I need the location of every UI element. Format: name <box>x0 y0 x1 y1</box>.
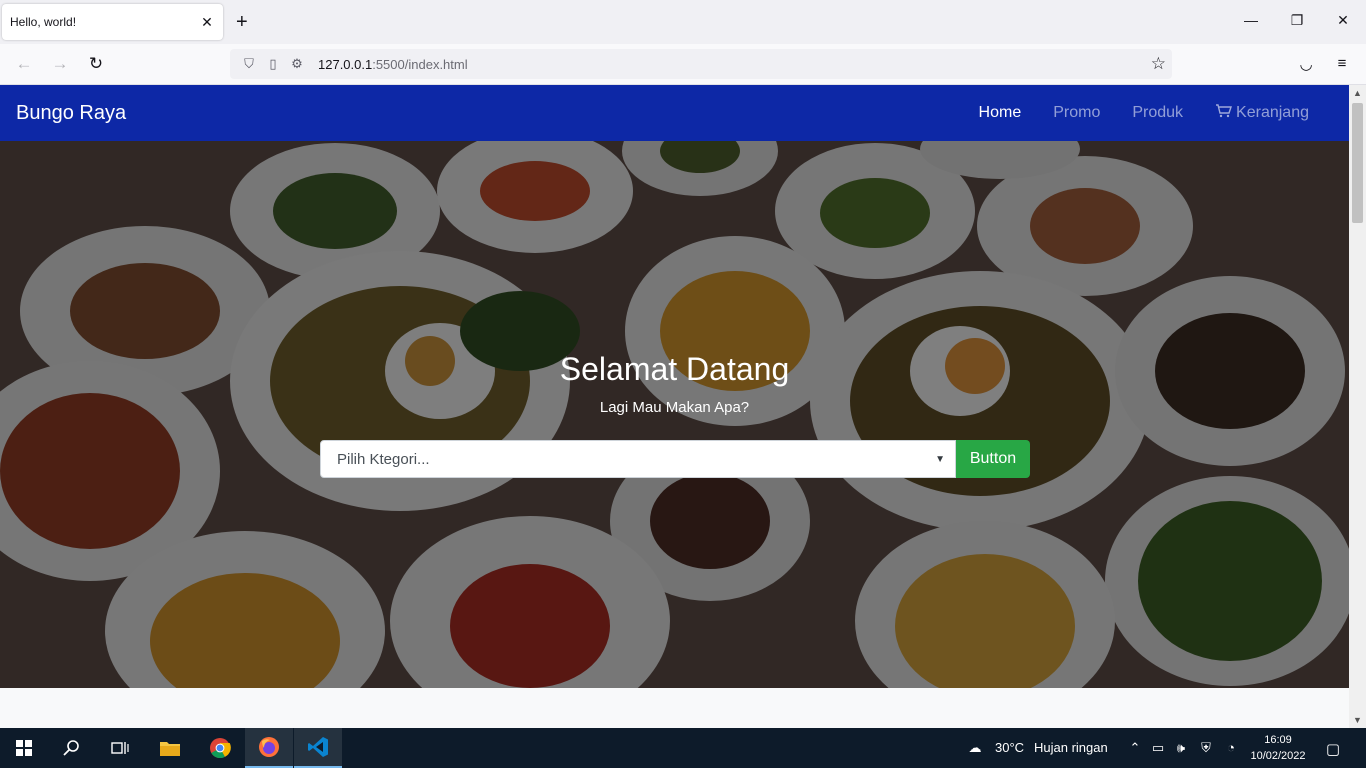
search-icon[interactable] <box>48 728 96 768</box>
browser-tab-strip: Hello, world! ✕ + — ❐ ✕ <box>0 0 1366 44</box>
security-icon[interactable]: ⛨ <box>1198 740 1214 756</box>
scroll-down-icon[interactable]: ▼ <box>1349 712 1366 728</box>
search-button[interactable]: Button <box>956 440 1030 478</box>
file-explorer-icon[interactable] <box>146 728 194 768</box>
site-navbar: Bungo Raya Home Promo Produk Keranjang <box>0 85 1349 141</box>
browser-tab[interactable]: Hello, world! ✕ <box>2 4 223 40</box>
browser-toolbar: ← → ↻ ⛉ ▯ ⚙ 127.0.0.1:5500/index.html ☆ … <box>0 44 1366 85</box>
volume-icon[interactable]: 🕪 <box>1173 740 1189 756</box>
nav-menu: Home Promo Produk Keranjang <box>979 85 1309 141</box>
brand-logo[interactable]: Bungo Raya <box>16 102 126 125</box>
firefox-icon[interactable] <box>245 728 293 768</box>
taskbar: ☁ 30°C Hujan ringan ⌃ ▭ 🕪 ⛨ ◔ 16:09 10/0… <box>0 728 1366 768</box>
battery-icon[interactable]: ▭ <box>1150 740 1166 756</box>
chrome-icon[interactable] <box>196 728 244 768</box>
hero-section: Selamat Datang Lagi Mau Makan Apa? Pilih… <box>0 141 1349 688</box>
task-view-icon[interactable] <box>96 728 144 768</box>
clock-date: 10/02/2022 <box>1250 750 1306 762</box>
scroll-thumb[interactable] <box>1352 103 1363 223</box>
restore-icon[interactable]: ❐ <box>1287 12 1307 29</box>
system-clock[interactable]: 16:09 10/02/2022 <box>1246 732 1310 764</box>
page-icon[interactable]: ▯ <box>262 56 284 72</box>
page-scrollbar[interactable]: ▲ ▼ <box>1349 85 1366 728</box>
tab-title: Hello, world! <box>10 15 77 29</box>
category-select-value: Pilih Ktegori... <box>337 450 430 468</box>
bookmark-star-icon[interactable]: ☆ <box>1151 54 1166 74</box>
windows-start-icon[interactable] <box>0 728 48 768</box>
reload-icon[interactable]: ↻ <box>86 54 106 74</box>
nav-keranjang[interactable]: Keranjang <box>1215 104 1309 122</box>
web-page: Bungo Raya Home Promo Produk Keranjang S… <box>0 85 1349 728</box>
show-hidden-icons-icon[interactable]: ⌃ <box>1127 740 1143 756</box>
nav-promo[interactable]: Promo <box>1053 104 1100 122</box>
minimize-icon[interactable]: — <box>1241 12 1261 28</box>
url-text: 127.0.0.1:5500/index.html <box>318 56 468 72</box>
category-search-group: Pilih Ktegori... ▼ Button <box>320 440 1030 478</box>
permissions-icon[interactable]: ⚙ <box>286 56 308 72</box>
scroll-up-icon[interactable]: ▲ <box>1349 85 1366 101</box>
hero-subtitle: Lagi Mau Makan Apa? <box>599 399 750 416</box>
weather-temp[interactable]: 30°C <box>995 740 1024 755</box>
back-icon[interactable]: ← <box>14 54 34 74</box>
pocket-icon[interactable]: ◡ <box>1296 55 1316 73</box>
network-icon[interactable]: ◔ <box>1223 740 1239 755</box>
category-select[interactable]: Pilih Ktegori... ▼ <box>320 440 956 478</box>
close-window-icon[interactable]: ✕ <box>1333 12 1353 29</box>
weather-desc[interactable]: Hujan ringan <box>1034 740 1108 755</box>
close-tab-icon[interactable]: ✕ <box>199 14 215 31</box>
nav-produk[interactable]: Produk <box>1132 104 1183 122</box>
weather-icon[interactable]: ☁ <box>964 740 986 756</box>
url-bar[interactable]: ⛉ ▯ ⚙ 127.0.0.1:5500/index.html ☆ <box>230 49 1172 79</box>
shield-icon[interactable]: ⛉ <box>238 56 260 72</box>
chevron-down-icon: ▼ <box>935 453 945 465</box>
hero-title: Selamat Datang <box>559 351 790 387</box>
notifications-icon[interactable]: ▢ <box>1325 740 1341 758</box>
new-tab-icon[interactable]: + <box>236 12 248 32</box>
menu-icon[interactable]: ≡ <box>1332 55 1352 72</box>
cart-icon <box>1216 104 1233 118</box>
vscode-icon[interactable] <box>294 728 342 768</box>
clock-time: 16:09 <box>1264 734 1292 746</box>
forward-icon[interactable]: → <box>50 54 70 74</box>
nav-home[interactable]: Home <box>979 104 1022 122</box>
